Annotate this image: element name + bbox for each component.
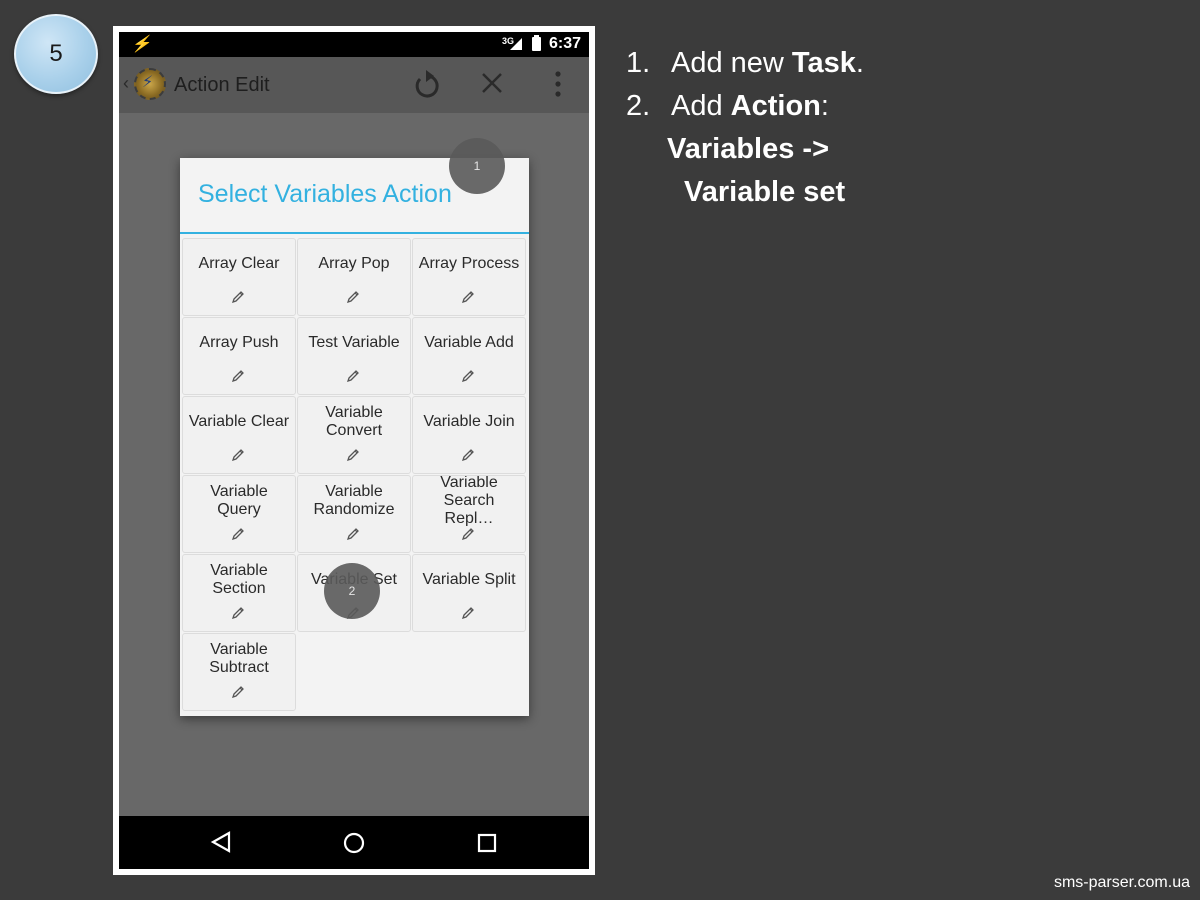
status-bar: ⚡ 3G 6:37	[119, 32, 589, 57]
dialog-title: Select Variables Action	[198, 180, 452, 208]
action-grid: Array Clear Array Pop Array Process Array P…	[182, 238, 527, 711]
action-item-label: Variable Join	[423, 413, 515, 430]
phone-screen: ⚡ 3G 6:37 ‹ Action Edit	[119, 32, 589, 869]
action-item-label: Array Pop	[318, 255, 390, 272]
step-number: 5	[49, 40, 63, 67]
action-item-label: Test Variable	[308, 334, 400, 351]
action-item-label: Variable Add	[424, 334, 514, 351]
pencil-icon	[462, 289, 476, 315]
pencil-icon	[232, 526, 246, 552]
step-badge: 5	[14, 14, 98, 94]
action-item[interactable]: Variable Join	[412, 396, 526, 474]
action-item[interactable]: Variable Search Repl…	[412, 475, 526, 553]
action-item[interactable]: Variable Add	[412, 317, 526, 395]
action-item-label: Variable Split	[422, 571, 516, 588]
pencil-icon	[347, 368, 361, 394]
instruction-item-1: 1. Add new Task.	[626, 47, 864, 79]
more-vert-icon[interactable]	[553, 71, 563, 102]
nav-back-icon[interactable]	[210, 831, 232, 858]
pencil-icon	[462, 605, 476, 631]
pencil-icon	[232, 447, 246, 473]
phone-frame: ⚡ 3G 6:37 ‹ Action Edit	[113, 26, 595, 875]
action-item[interactable]: Array Process	[412, 238, 526, 316]
action-item[interactable]: Variable Clear	[182, 396, 296, 474]
instruction-path-line-2: Variable set	[684, 176, 846, 208]
battery-icon	[532, 35, 541, 51]
pencil-icon	[347, 447, 361, 473]
touch-marker-label: 2	[348, 584, 356, 598]
action-item[interactable]: Variable Subtract	[182, 633, 296, 711]
pencil-icon	[462, 447, 476, 473]
action-item-label: Array Process	[418, 255, 520, 272]
action-item[interactable]: Test Variable	[297, 317, 411, 395]
instruction-path-line-1: Variables ->	[667, 133, 830, 165]
nav-bar	[119, 816, 589, 869]
select-action-dialog: Select Variables Action Array Clear Array…	[180, 158, 529, 716]
action-item-label: Variable Randomize	[313, 483, 395, 518]
instructions: 1. Add new Task. 2. Add Action: Variables …	[626, 42, 864, 214]
action-item-label: Variable Search Repl…	[440, 476, 498, 526]
action-item[interactable]: Variable Split	[412, 554, 526, 632]
action-item-label: Variable Convert	[325, 404, 383, 439]
action-item-label: Variable Section	[210, 562, 268, 597]
action-item-label: Array Clear	[198, 255, 280, 272]
tasker-notification-icon: ⚡	[131, 36, 151, 53]
signal-icon	[510, 38, 522, 50]
back-chevron-icon[interactable]: ‹	[123, 73, 129, 94]
status-time: 6:37	[549, 35, 582, 52]
action-item[interactable]: Variable Randomize	[297, 475, 411, 553]
footer-site: sms-parser.com.ua	[1053, 874, 1190, 891]
touch-marker-label: 1	[473, 159, 481, 173]
action-item-label: Variable Clear	[188, 413, 290, 430]
pencil-icon	[347, 289, 361, 315]
action-item-label: Array Push	[199, 334, 279, 351]
undo-icon[interactable]	[412, 69, 442, 106]
action-item[interactable]: Variable Convert	[297, 396, 411, 474]
action-item[interactable]: Variable Section	[182, 554, 296, 632]
app-bar: ‹ Action Edit	[119, 57, 589, 113]
pencil-icon	[232, 605, 246, 631]
instruction-item-2: 2. Add Action:	[626, 90, 829, 122]
action-item-label: Variable Query	[210, 483, 268, 518]
nav-recents-icon[interactable]	[477, 833, 497, 858]
pencil-icon	[232, 368, 246, 394]
touch-marker: 2	[324, 563, 380, 619]
pencil-icon	[347, 526, 361, 552]
action-item-label: Variable Subtract	[209, 641, 269, 676]
pencil-icon	[462, 368, 476, 394]
dialog-divider	[180, 232, 529, 234]
touch-marker: 1	[449, 138, 505, 194]
pencil-icon	[462, 526, 476, 552]
app-icon[interactable]	[134, 68, 166, 100]
action-item[interactable]: Array Clear	[182, 238, 296, 316]
action-item[interactable]: Array Pop	[297, 238, 411, 316]
action-item[interactable]: Array Push	[182, 317, 296, 395]
pencil-icon	[232, 684, 246, 710]
pencil-icon	[232, 289, 246, 315]
app-bar-title: Action Edit	[174, 74, 270, 96]
nav-home-icon[interactable]	[343, 832, 365, 859]
close-icon[interactable]	[480, 71, 504, 100]
action-item[interactable]: Variable Query	[182, 475, 296, 553]
